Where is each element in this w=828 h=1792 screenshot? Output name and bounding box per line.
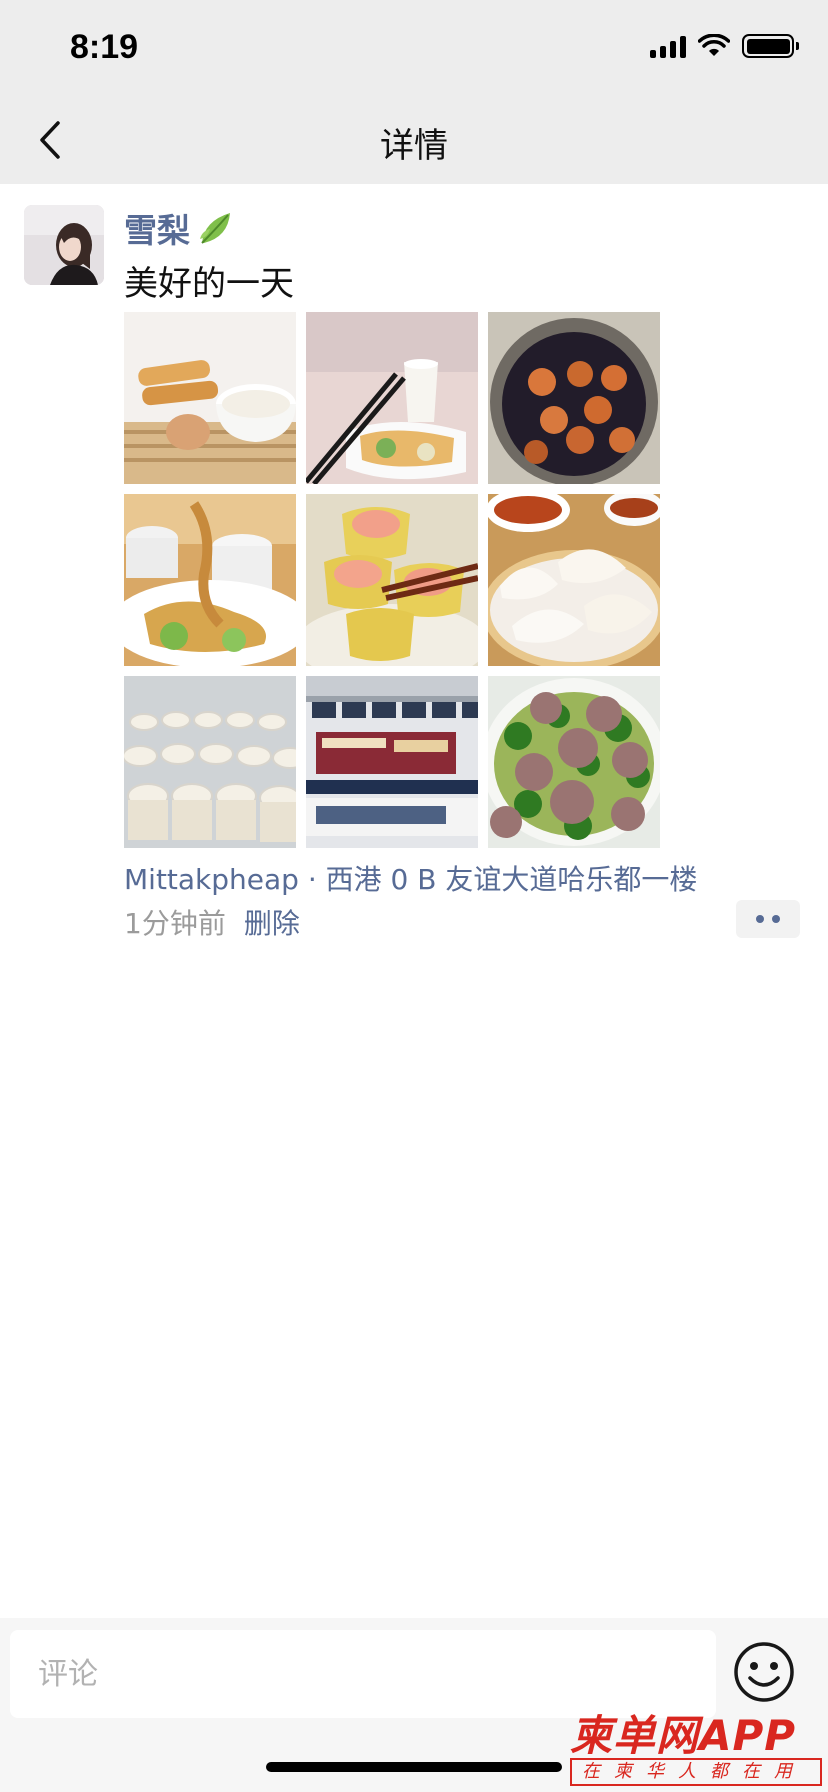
status-time: 8:19 — [70, 28, 139, 66]
author-name[interactable]: 雪梨 — [124, 204, 190, 252]
dot-icon — [772, 915, 780, 923]
wifi-icon — [698, 34, 730, 56]
photo-dessert-cups[interactable] — [124, 676, 296, 848]
author-row: 雪梨 — [124, 204, 234, 252]
brand-watermark-logo: 柬单网APP 在柬华人都在用 — [568, 1702, 824, 1788]
post-text: 美好的一天 — [124, 264, 294, 304]
photo-meatball-soup[interactable] — [488, 676, 660, 848]
photo-noodles[interactable] — [124, 494, 296, 666]
photo-tea-eggs[interactable] — [488, 312, 660, 484]
page-title: 详情 — [380, 126, 448, 166]
photo-soymilk-chopsticks[interactable] — [306, 312, 478, 484]
post-time: 1分钟前 — [124, 907, 226, 940]
photo-har-gow[interactable] — [488, 494, 660, 666]
watermark-slogan: 在柬华人都在用 — [570, 1758, 822, 1786]
post-meta: 1分钟前 删除 — [124, 902, 300, 942]
status-icons — [650, 34, 799, 58]
location-link[interactable]: Mittakpheap · 西港 0 B 友谊大道哈乐都一楼 — [124, 858, 697, 898]
battery-icon — [742, 34, 799, 58]
photo-fried-dough-soymilk[interactable] — [124, 312, 296, 484]
watermark-brand: 柬单网APP — [570, 1711, 797, 1760]
cellular-signal-icon — [650, 34, 686, 58]
photo-storefront[interactable] — [306, 676, 478, 848]
status-bar: 8:19 — [0, 0, 828, 96]
home-indicator[interactable] — [266, 1762, 562, 1772]
nav-bar: 详情 — [0, 96, 828, 184]
delete-button[interactable]: 删除 — [244, 902, 300, 942]
emoji-face-icon[interactable] — [732, 1640, 796, 1704]
leaf-emoji-icon — [200, 213, 230, 244]
photo-shumai[interactable] — [306, 494, 478, 666]
more-actions-button[interactable] — [736, 900, 800, 938]
avatar[interactable] — [24, 205, 104, 285]
dot-icon — [756, 915, 764, 923]
photo-grid — [124, 312, 660, 848]
